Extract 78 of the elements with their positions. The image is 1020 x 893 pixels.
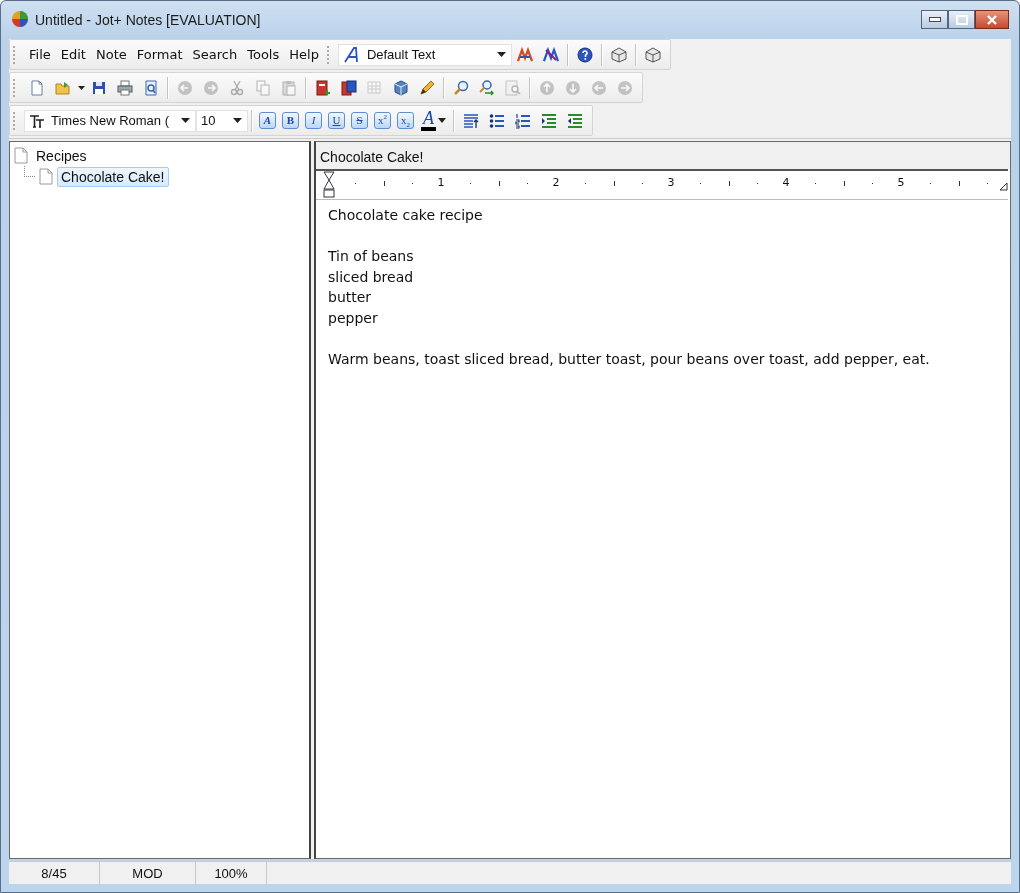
pencil-icon: [419, 79, 435, 96]
font-style-icon: [342, 46, 361, 63]
menu-item[interactable]: Tools: [242, 44, 285, 65]
help-icon: [576, 46, 593, 63]
copy-icon: [255, 79, 271, 96]
menu-item[interactable]: Edit: [55, 44, 91, 65]
window-title: Untitled - Jot+ Notes [EVALUATION]: [35, 12, 262, 28]
menu-item[interactable]: File: [24, 44, 56, 65]
minimize-icon: [928, 17, 941, 22]
ruler-number: 1: [437, 176, 445, 189]
caret-icon: [181, 118, 190, 123]
menu-item[interactable]: Note: [90, 44, 132, 65]
note-text: butter: [328, 288, 373, 308]
font-size-dropdown[interactable]: 10: [196, 109, 248, 132]
cube-icon: [393, 79, 409, 96]
box-icon: [610, 46, 627, 63]
menu-item[interactable]: Help: [284, 44, 324, 65]
font-color-button[interactable]: A: [419, 108, 448, 133]
format-button[interactable]: A: [259, 112, 276, 129]
menu-item[interactable]: Format: [131, 44, 188, 65]
close-button[interactable]: [975, 10, 1009, 29]
search-icon: [453, 79, 469, 96]
ruler-number: 3: [667, 176, 675, 189]
note-text: Tin of beans: [328, 247, 415, 267]
two-books-icon: [341, 79, 357, 96]
format-button[interactable]: x$_{2}$: [397, 112, 414, 129]
caret-icon: [496, 52, 506, 57]
style-dropdown[interactable]: Default Text: [337, 43, 512, 66]
tree-item[interactable]: Chocolate Cake!: [57, 166, 169, 187]
caret-icon: [77, 85, 85, 90]
bullet-list-icon: [489, 112, 505, 129]
page-magnifier-icon: [143, 79, 159, 96]
magnifier-arrow-icon: [479, 79, 495, 96]
maximize-icon: [955, 14, 968, 25]
format-button[interactable]: U: [328, 112, 345, 129]
status-field: 100%: [196, 862, 267, 884]
indent-icon: [541, 112, 557, 129]
clipboard-icon: [281, 79, 297, 96]
folder-icon: [55, 79, 71, 96]
ruler-number: 4: [782, 176, 790, 189]
minimize-button[interactable]: [921, 10, 948, 29]
caret-icon: [233, 118, 242, 123]
note-text: pepper: [328, 308, 379, 328]
format-button[interactable]: B: [282, 112, 299, 129]
page-icon: [39, 168, 53, 185]
font-dropdown[interactable]: Times New Roman (: [24, 109, 196, 132]
book-plus-icon: [315, 79, 331, 96]
outdent-icon: [567, 112, 583, 129]
align-icon: [463, 112, 479, 129]
table-icon: [367, 79, 383, 96]
page-magnifier-icon: [505, 79, 521, 96]
tree-item[interactable]: Recipes: [32, 145, 91, 166]
format-button[interactable]: S: [351, 112, 368, 129]
format-button[interactable]: x$^{2}$: [374, 112, 391, 129]
font-icon: [29, 113, 45, 128]
style-icon: [542, 46, 559, 63]
note-text: sliced bread: [328, 267, 415, 287]
maximize-button[interactable]: [948, 10, 975, 29]
close-icon: [987, 14, 997, 25]
format-button[interactable]: I: [305, 112, 322, 129]
status-field: 8/45: [9, 862, 100, 884]
note-title: Chocolate Cake!: [316, 142, 1010, 169]
page-icon: [14, 147, 28, 164]
note-text: Chocolate cake recipe: [328, 206, 484, 225]
numbered-list-icon: [515, 112, 531, 129]
caret-icon: [438, 118, 446, 123]
ruler-number: 5: [897, 176, 905, 189]
box-icon: [644, 46, 661, 63]
app-icon: [11, 9, 29, 28]
scissors-icon: [229, 79, 245, 96]
font-color-glyph: A: [421, 110, 436, 131]
menu-item[interactable]: Search: [187, 44, 243, 65]
printer-icon: [117, 79, 133, 96]
style-icon: [516, 46, 533, 63]
page-icon: [29, 79, 45, 96]
note-text: Warm beans, toast sliced bread, butter toast, pour beans over toast, add pepper, eat.: [328, 350, 931, 370]
ruler-number: 2: [552, 176, 560, 189]
status-field: MOD: [100, 862, 196, 884]
